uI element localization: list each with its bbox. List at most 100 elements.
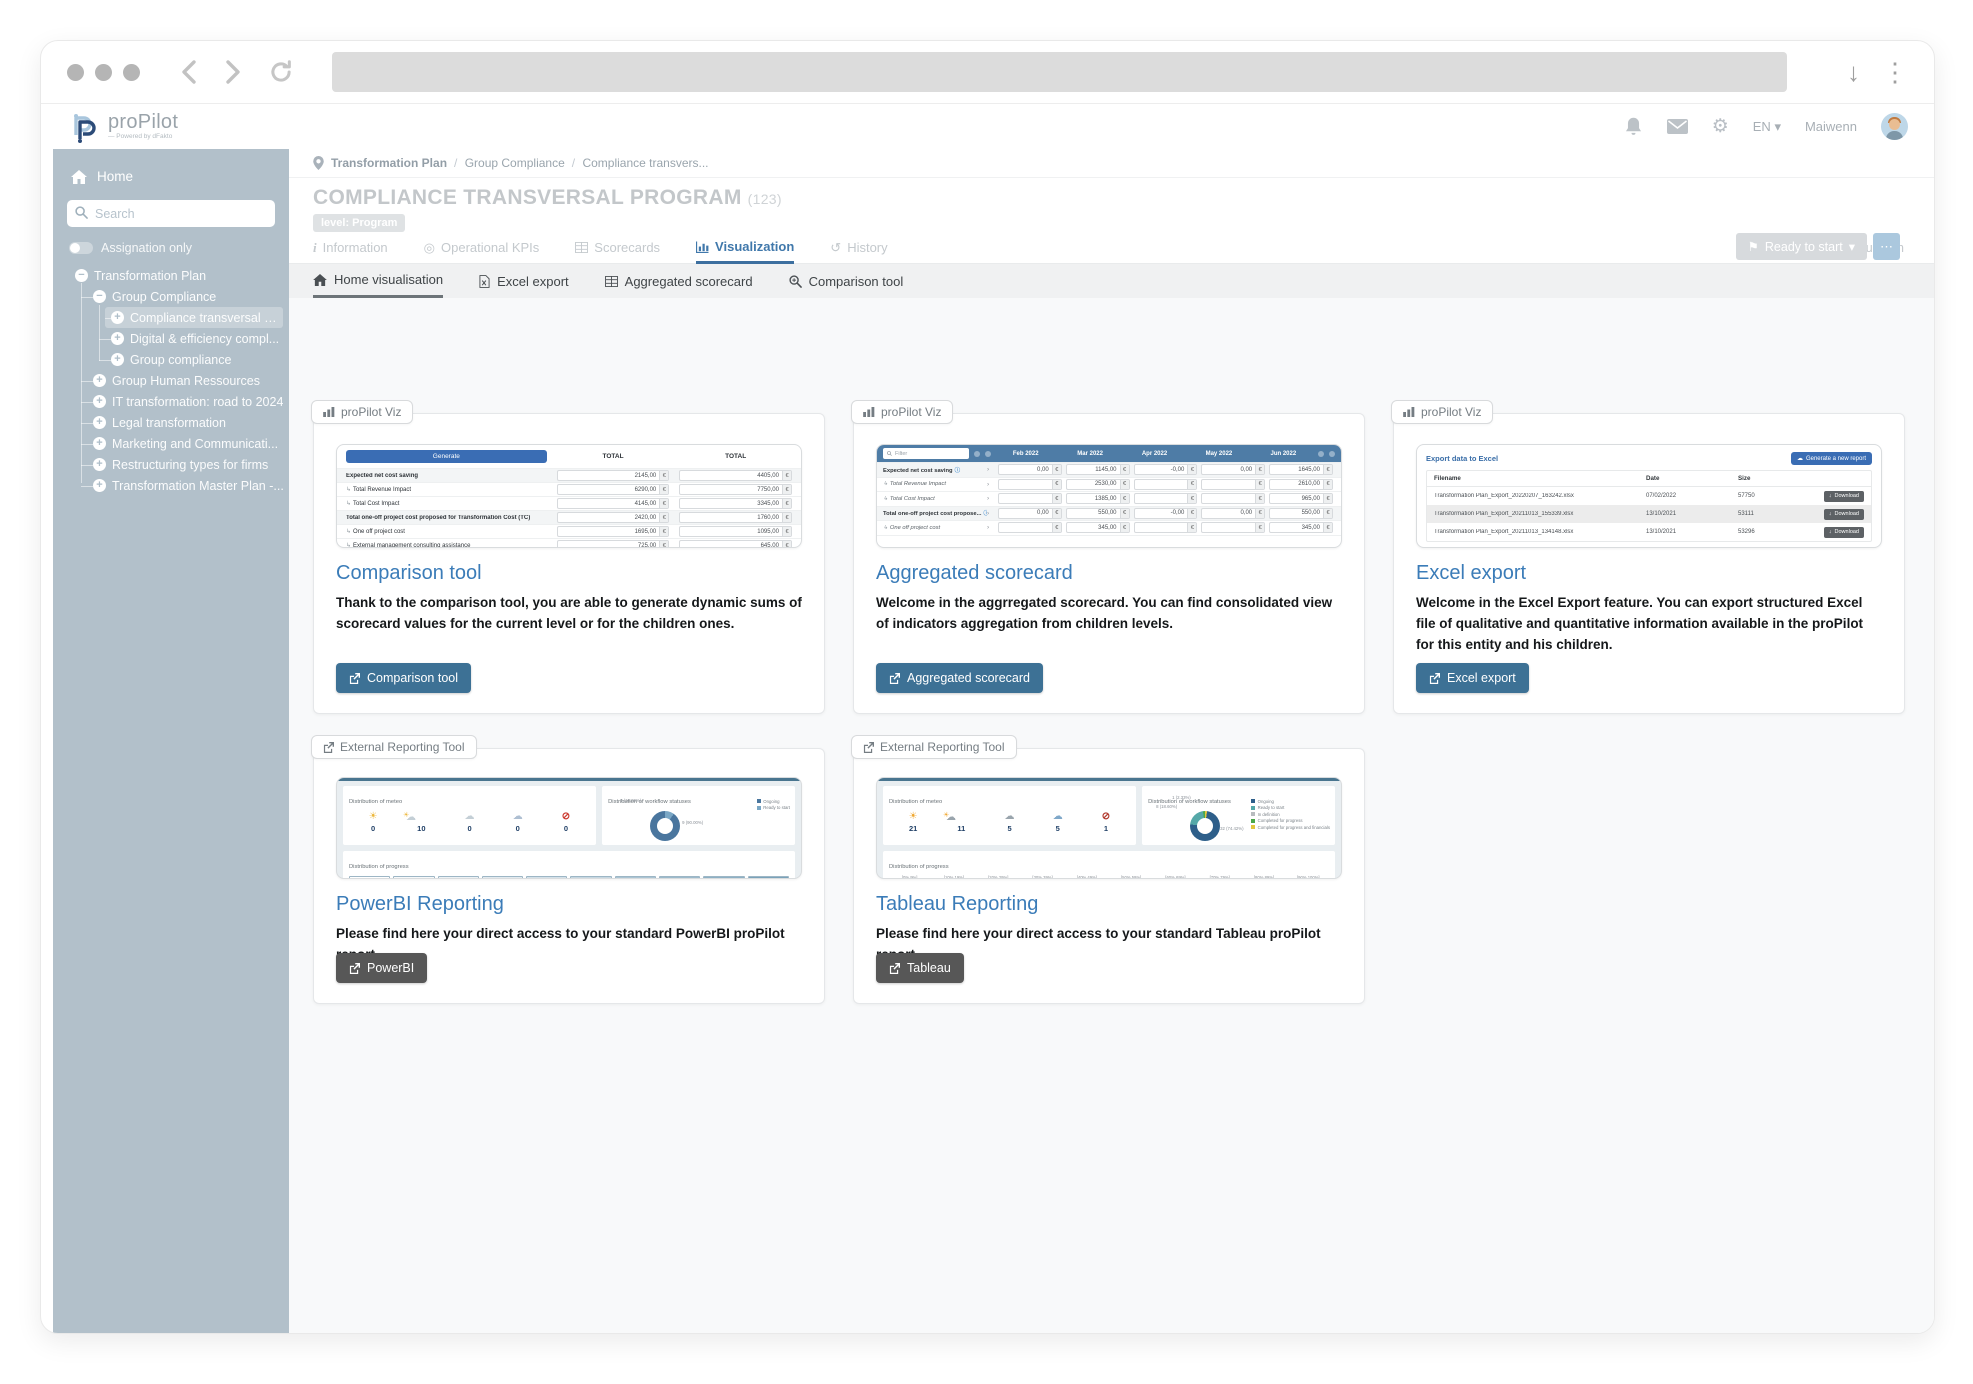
subtab-comparison-tool[interactable]: Comparison tool (789, 264, 904, 298)
subtab-excel-export[interactable]: Excel export (479, 264, 569, 298)
status-ready-to-start-button[interactable]: ⚑ Ready to start ▾ (1736, 233, 1867, 260)
plus-circle-icon[interactable]: + (93, 395, 106, 408)
card-tag-propilot-viz: proPilot Viz (1391, 400, 1493, 424)
avatar[interactable] (1881, 113, 1908, 140)
tab-scorecards[interactable]: Scorecards (575, 232, 660, 263)
history-icon: ↺ (830, 240, 841, 256)
window-dot-icon[interactable] (95, 64, 112, 81)
workflow-donut-chart (1190, 811, 1220, 841)
preview-row: ↳Total Cost Impact4145,00€3345,00€ (337, 496, 801, 510)
minus-circle-icon[interactable]: − (93, 290, 106, 303)
propilot-logo[interactable]: proPilot — Powered by dFakto (67, 110, 178, 144)
tree-item-it-transformation[interactable]: +IT transformation: road to 2024 (53, 391, 289, 412)
plus-circle-icon[interactable]: + (93, 374, 106, 387)
download-icon: ↓ (1829, 493, 1832, 499)
tree-item-restructuring-types[interactable]: +Restructuring types for firms (53, 454, 289, 475)
browser-window: ↓ ⋮ proPilot — Powered by dFakto ⚙ EN ▾ … (40, 40, 1935, 1334)
settings-gear-icon[interactable]: ⚙ (1712, 117, 1729, 136)
tree-item-transformation-master-plan[interactable]: +Transformation Master Plan -... (53, 475, 289, 496)
tree-item-compliance-transversal[interactable]: +Compliance transversal pr... (105, 307, 283, 328)
more-actions-button[interactable]: ⋯ (1873, 233, 1900, 260)
card-title[interactable]: PowerBI Reporting (336, 893, 802, 916)
back-icon[interactable] (180, 59, 198, 85)
plus-circle-icon[interactable]: + (93, 458, 106, 471)
zoom-icon (789, 275, 802, 288)
plus-circle-icon[interactable]: + (111, 353, 124, 366)
card-aggregated-scorecard: Filter Feb 2022 Mar 2022 Apr 2022 May 20… (853, 413, 1365, 714)
window-dot-icon[interactable] (67, 64, 84, 81)
plus-circle-icon[interactable]: + (93, 479, 106, 492)
tree-item-marketing-communication[interactable]: +Marketing and Communicati... (53, 433, 289, 454)
tab-history[interactable]: ↺History (830, 232, 887, 263)
window-dot-icon[interactable] (123, 64, 140, 81)
external-link-icon (863, 742, 874, 753)
table-icon (575, 242, 588, 253)
excel-export-button[interactable]: Excel export (1416, 663, 1529, 693)
assignation-toggle[interactable] (69, 242, 93, 254)
tab-operational-kpis[interactable]: ◎Operational KPIs (424, 232, 540, 263)
caret-down-icon: ▾ (1849, 239, 1855, 254)
card-title[interactable]: Tableau Reporting (876, 893, 1342, 916)
tree-item-digital-efficiency[interactable]: +Digital & efficiency compl... (53, 328, 289, 349)
minus-circle-icon[interactable]: − (75, 269, 88, 282)
search-input[interactable] (67, 200, 275, 227)
plus-circle-icon[interactable]: + (93, 416, 106, 429)
card-title[interactable]: Aggregated scorecard (876, 562, 1342, 585)
breadcrumb: Transformation Plan Group Compliance Com… (289, 149, 1934, 178)
external-link-icon (1429, 673, 1440, 684)
card-title[interactable]: Comparison tool (336, 562, 802, 585)
tree-item-legal-transformation[interactable]: +Legal transformation (53, 412, 289, 433)
tree-item-group-compliance[interactable]: −Group Compliance (53, 286, 289, 307)
page-title: COMPLIANCE TRANSVERSAL PROGRAM(123) (313, 186, 782, 210)
tree-item-transformation-plan[interactable]: −Transformation Plan (53, 265, 289, 286)
refresh-icon[interactable] (268, 59, 294, 85)
tree-item-group-compliance-child[interactable]: +Group compliance (53, 349, 289, 370)
powerbi-preview: Distribution of meteo ☀0 ☀☁10 ☁0 ☁0 ⊘0 (336, 777, 802, 879)
generate-report-button: ☁Generate a new report (1791, 452, 1872, 465)
excel-preview: Export data to Excel ☁Generate a new rep… (1416, 444, 1882, 548)
comparison-tool-button[interactable]: Comparison tool (336, 663, 471, 693)
notifications-bell-icon[interactable] (1624, 116, 1643, 137)
kebab-menu-icon[interactable]: ⋮ (1882, 59, 1908, 85)
tab-visualization[interactable]: Visualization (696, 232, 794, 264)
workflow-donut-chart (650, 811, 680, 841)
mail-icon[interactable] (1667, 119, 1688, 134)
preview-row: ↳External management consulting assistan… (337, 538, 801, 548)
tab-information[interactable]: iInformation (313, 232, 388, 263)
user-name[interactable]: Maiwenn (1805, 119, 1857, 134)
tableau-button[interactable]: Tableau (876, 953, 964, 983)
plus-circle-icon[interactable]: + (93, 437, 106, 450)
target-icon: ◎ (424, 240, 435, 256)
powerbi-button[interactable]: PowerBI (336, 953, 427, 983)
plus-circle-icon[interactable]: + (111, 311, 124, 324)
blocked-icon: ⊘ (547, 811, 586, 823)
home-icon (313, 274, 327, 286)
info-icon: ⓘ (955, 468, 961, 474)
subtab-aggregated-scorecard[interactable]: Aggregated scorecard (605, 264, 753, 298)
sidebar: Home Assignation only −Transformation Pl… (53, 149, 289, 1333)
aggregated-scorecard-button[interactable]: Aggregated scorecard (876, 663, 1043, 693)
location-pin-icon (313, 156, 324, 170)
entity-count: (123) (748, 191, 782, 207)
download-icon: ↓ (1829, 529, 1832, 535)
sun-icon: ☀ (894, 811, 933, 823)
plus-circle-icon[interactable]: + (111, 332, 124, 345)
preview-row: Total one-off project cost propose...ⓘ›0… (877, 506, 1341, 521)
forward-icon[interactable] (224, 59, 242, 85)
tree-item-group-human-ressources[interactable]: +Group Human Ressources (53, 370, 289, 391)
breadcrumb-item: Compliance transvers... (572, 156, 709, 170)
breadcrumb-item[interactable]: Transformation Plan (331, 156, 447, 170)
preview-row: ↳One off project cost1695,00€1095,00€ (337, 524, 801, 538)
cloud-icon: ☁ (990, 811, 1029, 823)
preview-row: ↳Total Cost Impact›€1385,00€€€965,00€ (877, 491, 1341, 506)
blocked-icon: ⊘ (1087, 811, 1126, 823)
sidebar-item-home[interactable]: Home (53, 149, 289, 184)
download-icon[interactable]: ↓ (1847, 59, 1860, 85)
subtab-home-visualisation[interactable]: Home visualisation (313, 264, 443, 298)
breadcrumb-item[interactable]: Group Compliance (454, 156, 565, 170)
language-selector[interactable]: EN ▾ (1753, 119, 1781, 135)
address-bar[interactable] (332, 52, 1787, 92)
preview-row: Transformation Plan_Export_20220207_1632… (1427, 487, 1871, 505)
flag-icon: ⚑ (1748, 239, 1759, 254)
card-title[interactable]: Excel export (1416, 562, 1882, 585)
